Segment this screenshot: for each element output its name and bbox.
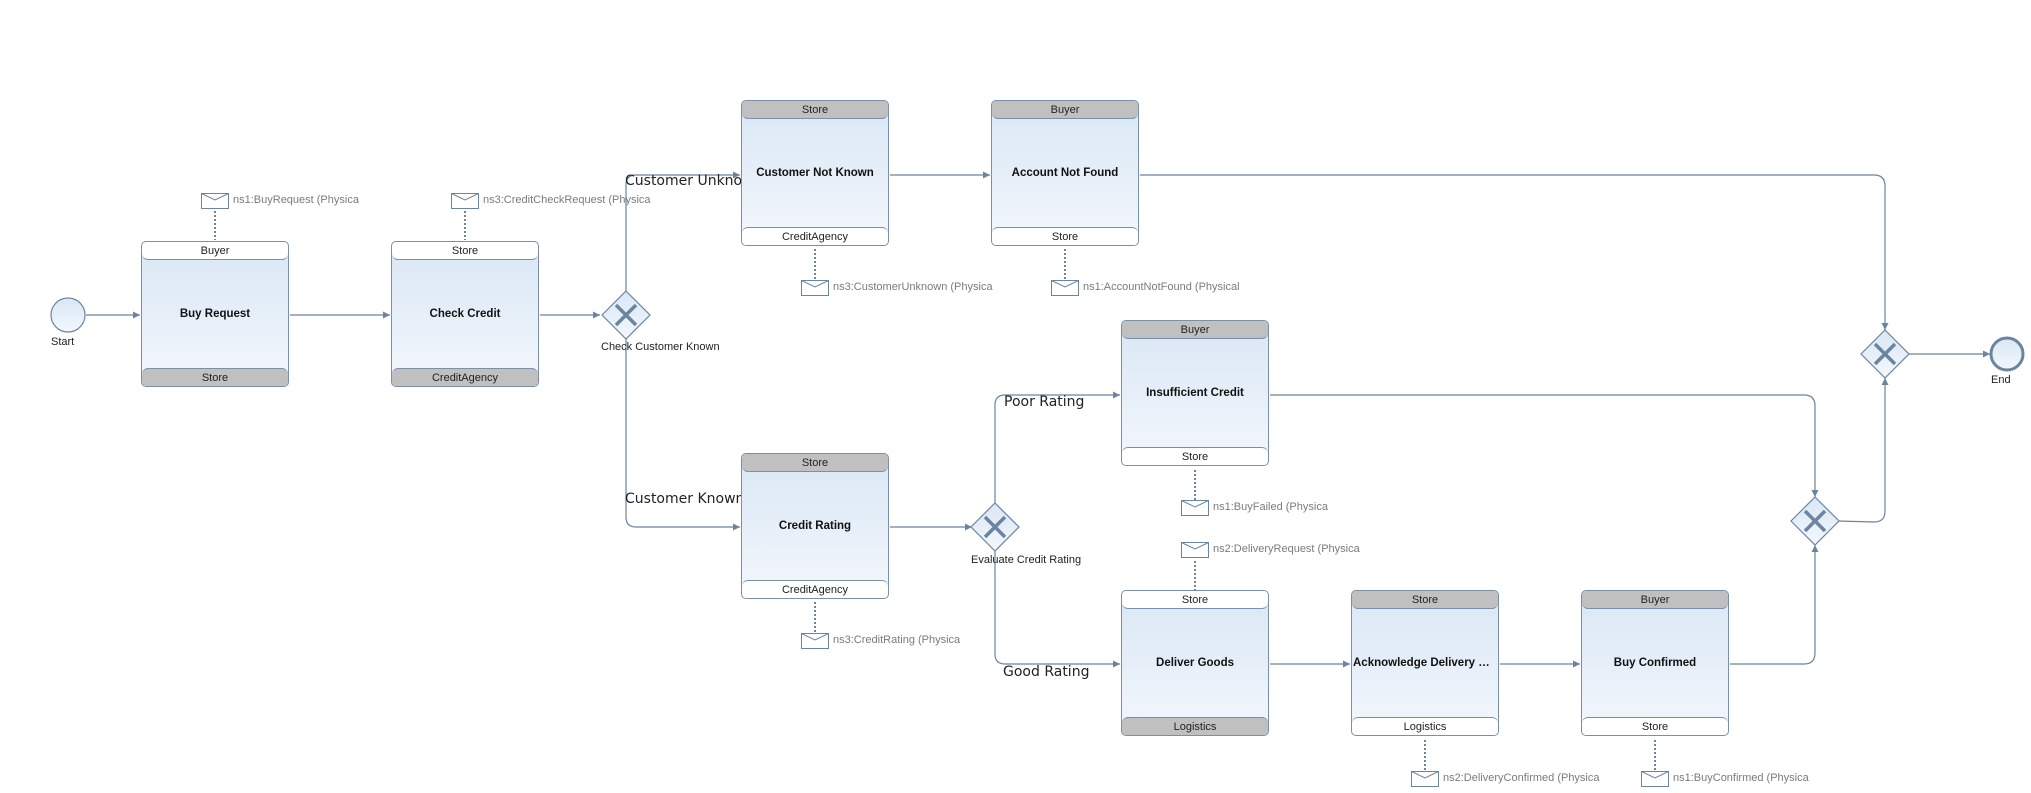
gateway-merge-final[interactable] bbox=[1860, 329, 1910, 379]
participant-band-top: Buyer bbox=[1122, 321, 1268, 339]
task-account-not-found[interactable]: Buyer Account Not Found Store bbox=[991, 100, 1139, 246]
envelope-icon bbox=[201, 193, 229, 209]
gateway-check-customer-known[interactable] bbox=[601, 290, 651, 340]
task-name: Insufficient Credit bbox=[1146, 387, 1244, 399]
message-label: ns3:CreditRating (Physica bbox=[833, 634, 961, 646]
task-customer-not-known[interactable]: Store Customer Not Known CreditAgency bbox=[741, 100, 889, 246]
task-acknowledge-delivery[interactable]: Store Acknowledge Delivery Det... Logist… bbox=[1351, 590, 1499, 736]
participant-band-top: Store bbox=[1352, 591, 1498, 609]
end-event-label: End bbox=[1991, 374, 2011, 386]
task-check-credit[interactable]: Store Check Credit CreditAgency bbox=[391, 241, 539, 387]
message-label: ns1:BuyConfirmed (Physica bbox=[1673, 772, 1809, 784]
message-label: ns2:DeliveryConfirmed (Physica bbox=[1443, 772, 1600, 784]
end-event[interactable] bbox=[1989, 336, 2025, 372]
task-name: Acknowledge Delivery Det... bbox=[1353, 657, 1498, 669]
task-name: Deliver Goods bbox=[1156, 657, 1234, 669]
message-label: ns2:DeliveryRequest (Physica bbox=[1213, 543, 1360, 555]
task-buy-request[interactable]: Buyer Buy Request Store bbox=[141, 241, 289, 387]
participant-band-top: Store bbox=[742, 454, 888, 472]
participant-band-bottom: Store bbox=[992, 227, 1138, 245]
envelope-icon bbox=[1181, 542, 1209, 558]
gateway-label-evaluate-credit-rating: Evaluate Credit Rating bbox=[971, 554, 1081, 566]
flow-poor-rating bbox=[994, 391, 1120, 504]
participant-band-bottom: Logistics bbox=[1352, 717, 1498, 735]
task-name: Check Credit bbox=[429, 308, 501, 320]
participant-band-top: Store bbox=[1122, 591, 1268, 609]
message-label: ns1:BuyFailed (Physica bbox=[1213, 501, 1328, 513]
task-name: Customer Not Known bbox=[756, 167, 874, 179]
envelope-icon bbox=[1411, 771, 1439, 787]
gateway-label-check-customer-known: Check Customer Known bbox=[601, 341, 720, 353]
envelope-icon bbox=[1181, 500, 1209, 516]
envelope-icon bbox=[801, 633, 829, 649]
flow-merge-lower-to-merge-final bbox=[1837, 378, 1889, 523]
participant-band-bottom: CreditAgency bbox=[392, 368, 538, 386]
envelope-icon bbox=[801, 280, 829, 296]
message-label: ns3:CustomerUnknown (Physica bbox=[833, 281, 993, 293]
task-name: Buy Confirmed bbox=[1613, 657, 1697, 669]
task-buy-confirmed[interactable]: Buyer Buy Confirmed Store bbox=[1581, 590, 1729, 736]
start-event-label: Start bbox=[51, 336, 75, 348]
task-credit-rating[interactable]: Store Credit Rating CreditAgency bbox=[741, 453, 889, 599]
participant-band-top: Buyer bbox=[142, 242, 288, 260]
participant-band-top: Store bbox=[392, 242, 538, 260]
participant-band-bottom: CreditAgency bbox=[742, 580, 888, 598]
envelope-icon bbox=[1051, 280, 1079, 296]
participant-band-top: Buyer bbox=[992, 101, 1138, 119]
participant-band-bottom: Logistics bbox=[1122, 717, 1268, 735]
gateway-evaluate-credit-rating[interactable] bbox=[970, 502, 1020, 552]
task-name: Credit Rating bbox=[778, 520, 852, 532]
flow-label-good-rating: Good Rating bbox=[1003, 664, 1090, 680]
flow-buy-confirmed-to-merge bbox=[1730, 545, 1819, 665]
message-label: ns3:CreditCheckRequest (Physica bbox=[483, 194, 651, 206]
task-deliver-goods[interactable]: Store Deliver Goods Logistics bbox=[1121, 590, 1269, 736]
participant-band-top: Buyer bbox=[1582, 591, 1728, 609]
message-label: ns1:AccountNotFound (Physical bbox=[1083, 281, 1239, 293]
message-label: ns1:BuyRequest (Physica bbox=[233, 194, 359, 206]
gateway-merge-lower[interactable] bbox=[1790, 496, 1840, 546]
envelope-icon bbox=[1641, 771, 1669, 787]
flow-label-customer-known: Customer Known bbox=[625, 491, 745, 507]
participant-band-bottom: Store bbox=[1122, 447, 1268, 465]
flow-customer-unknown bbox=[625, 171, 740, 292]
task-name: Buy Request bbox=[179, 308, 251, 320]
start-event[interactable] bbox=[50, 297, 86, 333]
task-insufficient-credit[interactable]: Buyer Insufficient Credit Store bbox=[1121, 320, 1269, 466]
envelope-icon bbox=[451, 193, 479, 209]
flow-insufficient-credit-to-merge bbox=[1270, 394, 1819, 497]
flow-label-poor-rating: Poor Rating bbox=[1004, 394, 1085, 410]
participant-band-top: Store bbox=[742, 101, 888, 119]
flow-good-rating bbox=[994, 550, 1120, 668]
participant-band-bottom: CreditAgency bbox=[742, 227, 888, 245]
task-name: Account Not Found bbox=[1011, 167, 1119, 179]
participant-band-bottom: Store bbox=[1582, 717, 1728, 735]
participant-band-bottom: Store bbox=[142, 368, 288, 386]
flow-account-not-found-to-merge bbox=[1140, 174, 1889, 330]
